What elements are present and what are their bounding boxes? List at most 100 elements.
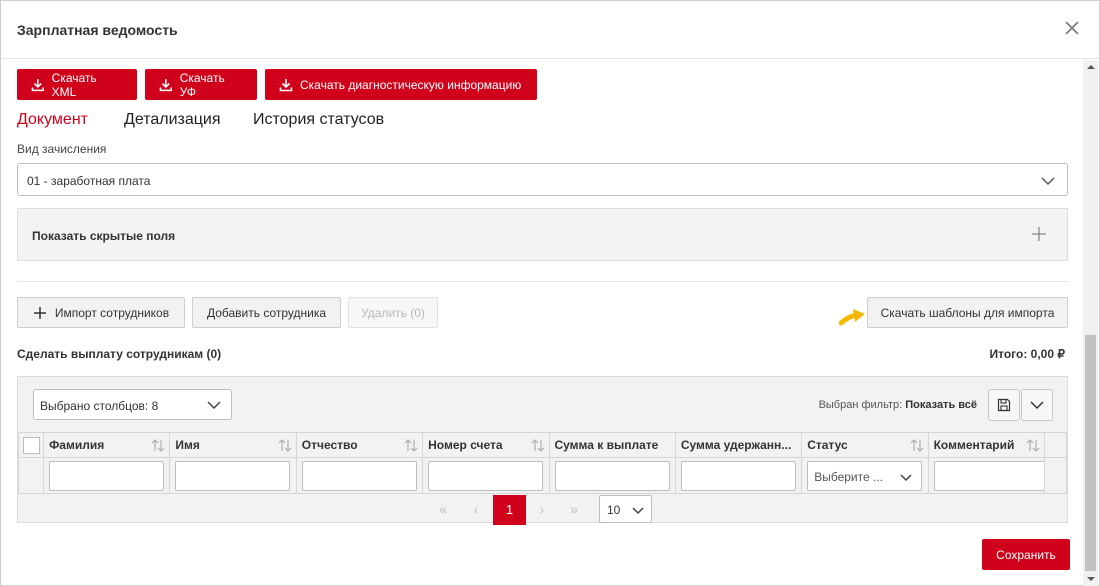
comment-filter-input[interactable] [933,460,1049,491]
download-icon [159,78,173,91]
add-employee-button[interactable]: Добавить сотрудника [192,297,341,328]
download-templates-button[interactable]: Скачать шаблоны для импорта [867,297,1068,328]
tab-status-history[interactable]: История статусов [253,111,384,129]
download-diagnostics-label: Скачать диагностическую информацию [300,77,522,92]
prev-page-icon[interactable]: ‹ [467,501,485,517]
accrual-type-select[interactable]: 01 - заработная плата [17,163,1068,196]
table-header-row: Фамилия Имя Отчество Номер счета Сумма к… [17,432,1068,458]
column-header-label: Статус [807,438,848,452]
column-header-label: Отчество [301,438,358,452]
show-hidden-fields-label: Показать скрытые поля [32,229,176,243]
page-size-select[interactable]: 10 [599,495,652,523]
page-size-value: 10 [607,503,621,517]
chevron-down-icon [1030,400,1044,409]
delete-button[interactable]: Удалить (0) [348,297,438,328]
withheld-amount-filter-input[interactable] [680,460,796,491]
scrollbar-thumb[interactable] [1085,335,1096,571]
plus-icon [33,306,46,319]
page-button-current[interactable]: 1 [493,495,526,525]
column-header-label: Номер счета [428,438,503,452]
close-icon[interactable] [1063,19,1081,37]
payout-amount-filter-input[interactable] [554,460,670,491]
column-header-label: Сумма удержанн... [680,438,792,452]
filter-cell [422,457,550,494]
column-header-payout-amount[interactable]: Сумма к выплате [548,432,676,458]
accrual-type-label: Вид зачисления [17,142,107,156]
chevron-down-icon [632,504,644,518]
account-filter-input[interactable] [428,460,544,491]
add-employee-label: Добавить сотрудника [206,305,327,320]
payout-total: Итого: 0,00 ₽ [989,347,1066,361]
patronymic-filter-input[interactable] [301,460,417,491]
filter-label: Выбран фильтр: [818,399,906,411]
lastname-filter-input[interactable] [49,460,165,491]
filter-cell [295,457,424,494]
download-uf-label: Скачать УФ [179,70,225,99]
payout-section-title: Сделать выплату сотрудникам (0) [17,347,222,361]
firstname-filter-input[interactable] [175,460,291,491]
column-header-label: Фамилия [49,438,105,452]
chevron-down-icon [207,399,221,413]
chevron-down-icon [900,471,912,485]
floppy-disk-icon [997,398,1011,412]
column-header-withheld-amount[interactable]: Сумма удержанн... [674,432,803,458]
save-filter-button[interactable] [988,389,1020,421]
filter-value: Показать всё [905,399,977,411]
tab-document[interactable]: Документ [17,111,88,129]
status-filter-select[interactable]: Выберите ... [807,460,923,491]
pagination: « ‹ 1 › » 10 [18,495,1067,525]
delete-label: Удалить (0) [361,305,425,320]
tab-details[interactable]: Детализация [124,111,221,129]
accrual-type-value: 01 - заработная плата [27,174,151,188]
payroll-modal: Зарплатная ведомость Скачать XML Скачать… [0,0,1100,586]
filter-cell [43,457,171,494]
sort-icon[interactable] [151,439,165,455]
filter-cell [674,457,803,494]
column-header-patronymic[interactable]: Отчество [295,432,424,458]
sort-icon[interactable] [278,439,292,455]
download-icon [31,78,44,91]
column-header-filler [1043,432,1068,458]
sort-icon[interactable] [1026,439,1040,455]
download-xml-button[interactable]: Скачать XML [17,69,137,100]
download-uf-button[interactable]: Скачать УФ [145,69,257,100]
download-xml-label: Скачать XML [51,70,97,99]
download-diagnostics-button[interactable]: Скачать диагностическую информацию [265,69,537,100]
sort-icon[interactable] [910,439,924,455]
column-header-account[interactable]: Номер счета [422,432,550,458]
columns-selector[interactable]: Выбрано столбцов: 8 [33,389,232,420]
column-header-status[interactable]: Статус [801,432,929,458]
modal-header: Зарплатная ведомость [1,1,1099,59]
filter-info: Выбран фильтр: Показать всё [819,399,977,411]
column-header-label: Комментарий [933,438,1015,452]
first-page-icon[interactable]: « [434,501,452,517]
plus-icon[interactable] [1031,226,1047,245]
chevron-down-icon [1041,175,1055,189]
modal-title: Зарплатная ведомость [17,22,178,38]
column-header-label: Имя [175,438,200,452]
last-page-icon[interactable]: » [565,501,583,517]
columns-selected-value: Выбрано столбцов: 8 [40,399,159,413]
import-employees-label: Импорт сотрудников [54,305,170,320]
next-page-icon[interactable]: › [533,501,551,517]
status-filter-placeholder: Выберите ... [814,469,884,484]
column-header-comment[interactable]: Комментарий [927,432,1045,458]
column-header-firstname[interactable]: Имя [169,432,297,458]
pointer-arrow-icon [838,307,867,332]
filter-menu-button[interactable] [1021,389,1053,421]
sort-icon[interactable] [404,439,418,455]
filter-cell-empty [17,457,45,494]
import-employees-button[interactable]: Импорт сотрудников [17,297,185,328]
sort-icon[interactable] [531,439,545,455]
scrollbar[interactable] [1083,60,1098,586]
filter-cell [927,457,1049,494]
download-icon [279,78,293,91]
select-all-cell [17,432,45,458]
scroll-down-arrow-icon[interactable] [1087,577,1095,581]
column-header-lastname[interactable]: Фамилия [43,432,171,458]
scroll-up-arrow-icon[interactable] [1087,65,1095,69]
save-button[interactable]: Сохранить [982,539,1070,570]
show-hidden-fields-panel[interactable]: Показать скрытые поля [17,208,1068,261]
filter-cell [169,457,297,494]
select-all-checkbox[interactable] [22,436,40,454]
